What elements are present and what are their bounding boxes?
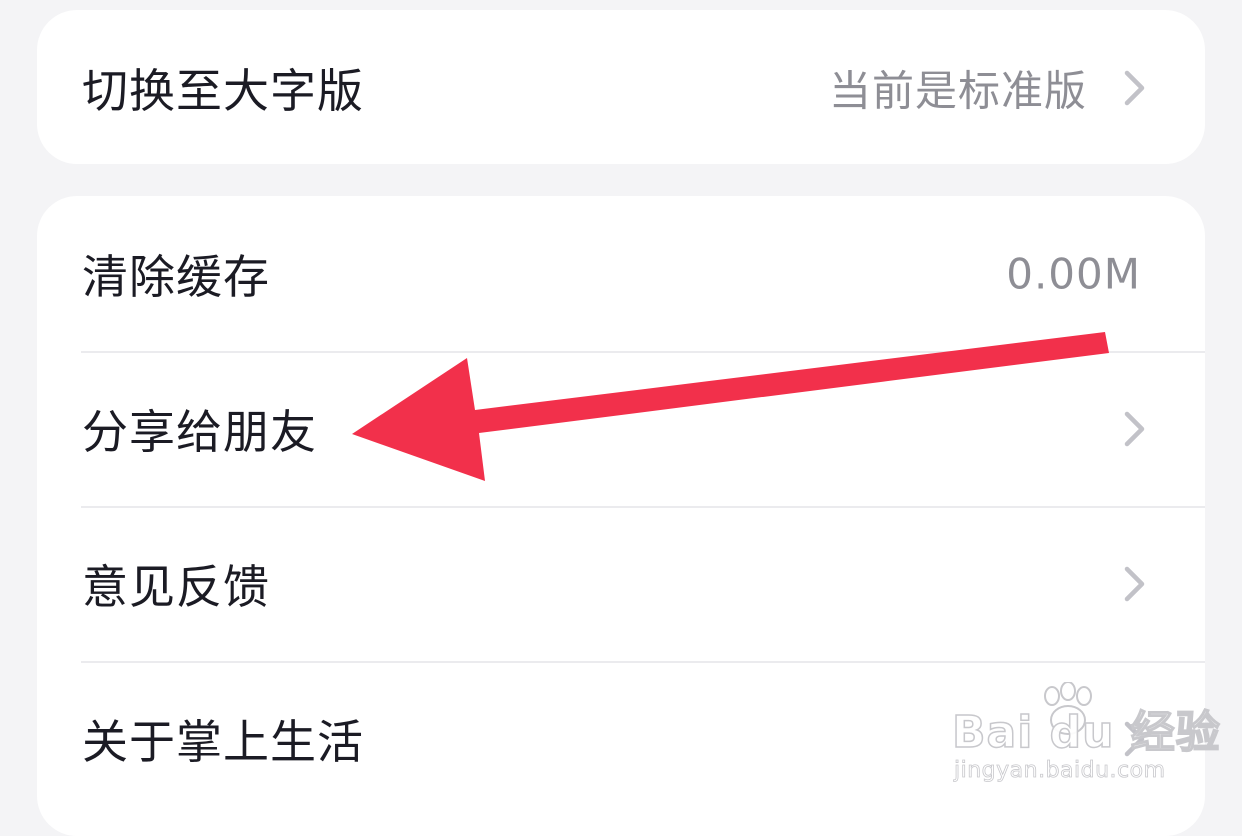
chevron-right-icon [1124,721,1145,756]
feedback-row[interactable]: 意见反馈 [37,506,1205,661]
chevron-right-icon [1124,411,1145,446]
chevron-right-icon [1124,566,1145,601]
switch-large-font-label: 切换至大字版 [82,63,364,118]
share-to-friends-label: 分享给朋友 [82,404,317,459]
display-mode-card: 切换至大字版 当前是标准版 [37,10,1205,164]
cache-size-value: 0.00M [1006,249,1141,298]
settings-card: 清除缓存 0.00M 分享给朋友 意见反馈 关于掌上生活 [37,196,1205,836]
feedback-label: 意见反馈 [82,559,270,614]
switch-large-font-row[interactable]: 切换至大字版 当前是标准版 [37,10,1205,164]
current-mode-value: 当前是标准版 [828,66,1087,115]
about-app-row[interactable]: 关于掌上生活 [37,661,1205,816]
about-app-label: 关于掌上生活 [82,714,364,769]
share-to-friends-row[interactable]: 分享给朋友 [37,351,1205,506]
clear-cache-label: 清除缓存 [82,249,270,304]
chevron-right-icon [1124,70,1145,105]
clear-cache-row[interactable]: 清除缓存 0.00M [37,196,1205,351]
